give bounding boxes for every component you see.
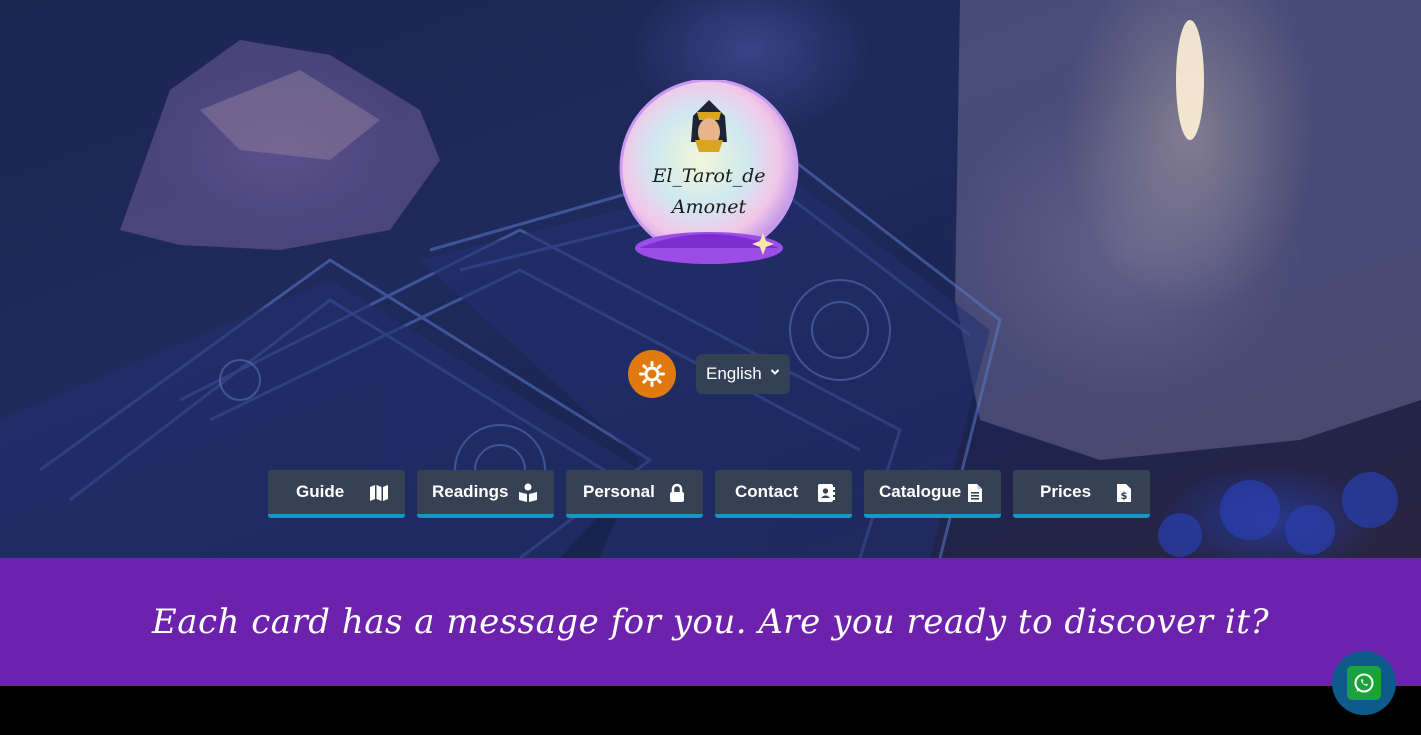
language-selected: English [706, 364, 762, 383]
hero-section: El_Tarot_de Amonet English Guide Reading… [0, 0, 1421, 558]
nav-catalogue-button[interactable]: Catalogue [864, 470, 1001, 518]
map-icon [370, 485, 388, 501]
nav-prices-label: Prices [1040, 482, 1092, 501]
nav-contact-label: Contact [735, 482, 799, 501]
logo-line1: El_Tarot_de [651, 165, 765, 187]
book-reader-icon [519, 483, 537, 502]
chevron-down-icon [770, 369, 780, 375]
sun-icon [639, 361, 665, 387]
nav-prices-button[interactable]: Prices $ [1013, 470, 1150, 518]
site-logo[interactable]: El_Tarot_de Amonet [619, 78, 799, 265]
address-book-icon [818, 484, 835, 502]
header-controls: English [628, 350, 798, 400]
nav-personal-button[interactable]: Personal [566, 470, 703, 518]
nav-contact-button[interactable]: Contact [715, 470, 852, 518]
logo-line2: Amonet [670, 196, 747, 218]
nav-readings-button[interactable]: Readings [417, 470, 554, 518]
nav-readings-label: Readings [432, 482, 509, 501]
nav-guide-label: Guide [296, 482, 345, 501]
tagline-text: Each card has a message for you. Are you… [151, 602, 1270, 642]
nav-guide-button[interactable]: Guide [268, 470, 405, 518]
theme-toggle-button[interactable] [628, 350, 676, 398]
whatsapp-button[interactable] [1332, 651, 1396, 715]
nav-personal-label: Personal [583, 482, 655, 501]
nav-catalogue-label: Catalogue [879, 482, 962, 501]
lock-icon [670, 483, 684, 502]
file-invoice-dollar-icon: $ [1117, 484, 1131, 502]
file-icon [968, 484, 982, 502]
whatsapp-icon [1347, 666, 1381, 700]
svg-text:$: $ [1121, 491, 1128, 502]
language-select[interactable]: English [696, 354, 790, 394]
tagline-banner: Each card has a message for you. Are you… [0, 558, 1421, 686]
